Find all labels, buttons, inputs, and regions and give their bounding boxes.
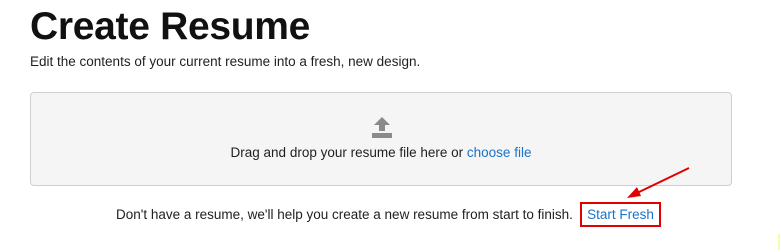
edge-marker [778, 234, 780, 250]
dropzone-instructions: Drag and drop your resume file here or c… [31, 144, 731, 162]
choose-file-link[interactable]: choose file [467, 145, 532, 160]
dropzone-prompt: Drag and drop your resume file here or [230, 145, 467, 160]
page-title: Create Resume [30, 5, 311, 48]
start-fresh-link[interactable]: Start Fresh [580, 202, 661, 227]
no-resume-prompt: Don't have a resume, we'll help you crea… [116, 207, 573, 222]
page-subtitle: Edit the contents of your current resume… [30, 54, 421, 69]
upload-icon [372, 117, 392, 138]
resume-dropzone[interactable]: Drag and drop your resume file here or c… [30, 92, 732, 186]
